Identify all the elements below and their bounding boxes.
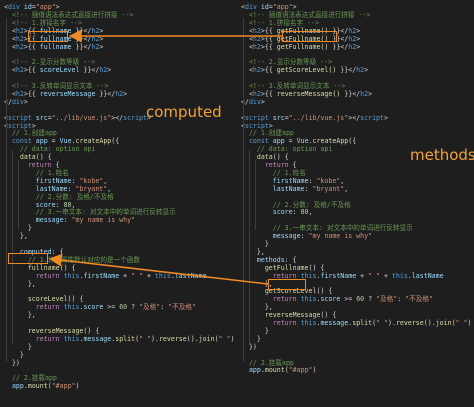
- methods-label: methods: [410, 146, 474, 164]
- computed-label: computed: [146, 103, 222, 121]
- arrow-to-computed: [48, 253, 269, 285]
- annotation-arrows: [48, 29, 282, 285]
